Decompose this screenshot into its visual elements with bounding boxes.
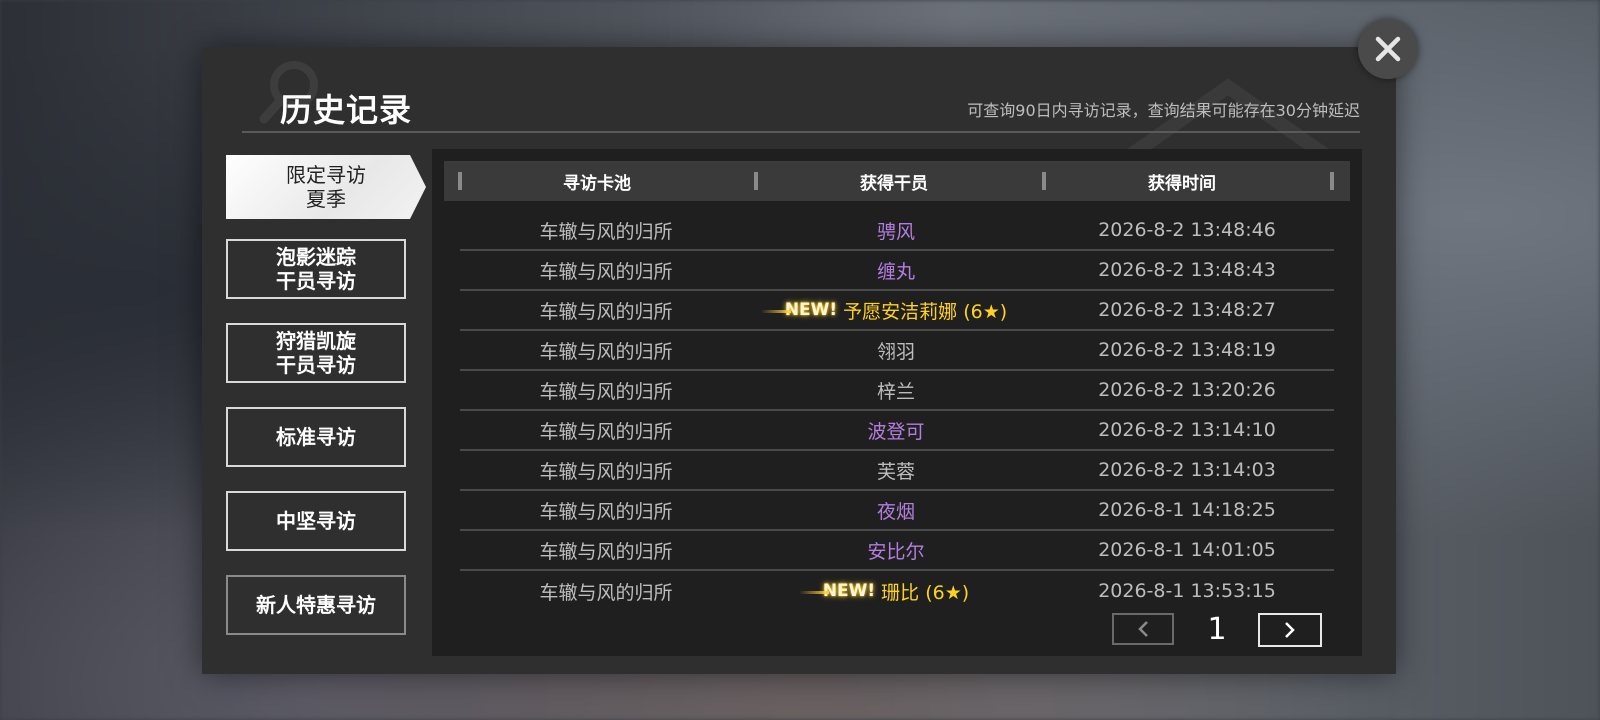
column-header-label: 获得干员	[860, 173, 928, 194]
pool-cell: 车辙与风的归所	[539, 340, 673, 363]
title-divider	[242, 131, 1360, 133]
sidebar-item-label: 标准寻访	[276, 425, 356, 449]
page-title: 历史记录	[280, 91, 413, 129]
table-row: 车辙与风的归所 NEW! 珊比 (6★) 2026-8-1 13:53:15	[460, 571, 1334, 611]
history-dialog: 历史记录 可查询90日内寻访记录，查询结果可能存在30分钟延迟 限定寻访 夏季 …	[202, 47, 1396, 674]
operator-cell: NEW! 珊比 (6★)	[752, 578, 1040, 605]
operator-name: 缠丸	[876, 260, 915, 283]
next-page-button[interactable]	[1258, 613, 1322, 647]
time-cell: 2026-8-2 13:20:26	[1098, 379, 1276, 401]
page-number: 1	[1207, 611, 1227, 647]
new-badge: NEW!	[798, 581, 876, 601]
operator-cell: 安比尔	[752, 537, 1040, 564]
sidebar-item-limited-summer[interactable]: 限定寻访 夏季	[226, 155, 426, 219]
operator-name: 翎羽	[876, 340, 915, 363]
operator-cell: 夜烟	[752, 497, 1040, 524]
close-button[interactable]	[1358, 19, 1418, 79]
operator-cell: 翎羽	[752, 337, 1040, 364]
header-separator	[458, 172, 462, 190]
pool-cell: 车辙与风的归所	[539, 581, 673, 604]
table-row: 车辙与风的归所 骋风 2026-8-2 13:48:46	[460, 211, 1334, 251]
sidebar-item-newbie[interactable]: 新人特惠寻访	[226, 575, 406, 635]
query-hint-text: 可查询90日内寻访记录，查询结果可能存在30分钟延迟	[967, 101, 1360, 120]
sidebar-item-label: 干员寻访	[276, 269, 356, 293]
sidebar-item-label: 夏季	[306, 187, 346, 211]
chevron-left-icon	[1138, 621, 1148, 637]
time-cell: 2026-8-1 14:18:25	[1098, 499, 1276, 521]
time-cell: 2026-8-2 13:48:27	[1098, 299, 1276, 321]
pool-cell: 车辙与风的归所	[539, 500, 673, 523]
operator-cell: 波登可	[752, 417, 1040, 444]
sidebar-item-hunt-triumph[interactable]: 狩猎凯旋 干员寻访	[226, 323, 406, 383]
operator-cell: 梓兰	[752, 377, 1040, 404]
close-icon	[1375, 36, 1401, 62]
pool-cell: 车辙与风的归所	[539, 420, 673, 443]
sidebar-item-label: 中坚寻访	[276, 509, 356, 533]
operator-name: 芙蓉	[876, 460, 915, 483]
time-cell: 2026-8-2 13:48:19	[1098, 339, 1276, 361]
pool-cell: 车辙与风的归所	[539, 380, 673, 403]
operator-name: 夜烟	[876, 500, 915, 523]
sidebar-item-label: 干员寻访	[276, 353, 356, 377]
operator-cell: 骋风	[752, 217, 1040, 244]
table-header: 寻访卡池 获得干员 获得时间	[444, 161, 1350, 201]
column-header-label: 获得时间	[1148, 173, 1216, 194]
column-header-pool: 寻访卡池	[444, 161, 750, 201]
chevron-right-icon	[1285, 622, 1295, 638]
column-header-label: 寻访卡池	[563, 173, 631, 194]
operator-cell: 缠丸	[752, 257, 1040, 284]
table-row: 车辙与风的归所 波登可 2026-8-2 13:14:10	[460, 411, 1334, 451]
time-cell: 2026-8-1 14:01:05	[1098, 539, 1276, 561]
column-header-operator: 获得干员	[750, 161, 1038, 201]
time-cell: 2026-8-1 13:53:15	[1098, 580, 1276, 602]
pool-cell: 车辙与风的归所	[539, 300, 673, 323]
operator-name: 骋风	[876, 220, 915, 243]
operator-name: 波登可	[867, 420, 925, 443]
header-separator	[1042, 172, 1046, 190]
pool-cell: 车辙与风的归所	[539, 260, 673, 283]
table-row: 车辙与风的归所 翎羽 2026-8-2 13:48:19	[460, 331, 1334, 371]
column-header-time: 获得时间	[1038, 161, 1326, 201]
table-row: 车辙与风的归所 NEW! 予愿安洁莉娜 (6★) 2026-8-2 13:48:27	[460, 291, 1334, 331]
operator-cell: 芙蓉	[752, 457, 1040, 484]
pool-cell: 车辙与风的归所	[539, 540, 673, 563]
sidebar-item-label: 泡影迷踪	[276, 245, 356, 269]
sidebar-item-core[interactable]: 中坚寻访	[226, 491, 406, 551]
pool-cell: 车辙与风的归所	[539, 220, 673, 243]
time-cell: 2026-8-2 13:14:03	[1098, 459, 1276, 481]
operator-name: 安比尔	[867, 540, 925, 563]
time-cell: 2026-8-2 13:48:46	[1098, 219, 1276, 241]
sidebar-item-standard[interactable]: 标准寻访	[226, 407, 406, 467]
operator-name: 珊比 (6★)	[881, 581, 970, 604]
prev-page-button[interactable]	[1112, 613, 1174, 645]
time-cell: 2026-8-2 13:48:43	[1098, 259, 1276, 281]
table-row: 车辙与风的归所 梓兰 2026-8-2 13:20:26	[460, 371, 1334, 411]
pool-cell: 车辙与风的归所	[539, 460, 673, 483]
table-row: 车辙与风的归所 安比尔 2026-8-1 14:01:05	[460, 531, 1334, 571]
history-table: 寻访卡池 获得干员 获得时间 车辙与风的归所 骋风 2026-8-2 13:48:4…	[432, 149, 1362, 656]
operator-cell: NEW! 予愿安洁莉娜 (6★)	[752, 297, 1040, 324]
header-separator	[1330, 172, 1334, 190]
table-row: 车辙与风的归所 夜烟 2026-8-1 14:18:25	[460, 491, 1334, 531]
new-badge: NEW!	[760, 300, 838, 320]
table-row: 车辙与风的归所 缠丸 2026-8-2 13:48:43	[460, 251, 1334, 291]
operator-name: 梓兰	[876, 380, 915, 403]
sidebar-item-bubble-shadow[interactable]: 泡影迷踪 干员寻访	[226, 239, 406, 299]
sidebar-item-label: 新人特惠寻访	[256, 593, 376, 617]
operator-name: 予愿安洁莉娜 (6★)	[843, 300, 1008, 323]
sidebar-item-label: 限定寻访	[286, 163, 366, 187]
table-row: 车辙与风的归所 芙蓉 2026-8-2 13:14:03	[460, 451, 1334, 491]
time-cell: 2026-8-2 13:14:10	[1098, 419, 1276, 441]
sidebar-item-label: 狩猎凯旋	[276, 329, 356, 353]
header-separator	[754, 172, 758, 190]
